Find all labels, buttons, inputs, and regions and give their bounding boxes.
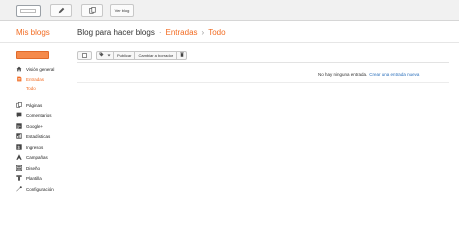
select-all-checkbox[interactable] bbox=[82, 52, 87, 58]
publish-button[interactable]: Publicar bbox=[113, 50, 136, 60]
revert-to-draft-button[interactable]: Cambiar a borrador bbox=[134, 50, 178, 60]
top-bar: Ver blog bbox=[0, 0, 459, 21]
sidebar-item-pages[interactable]: Páginas bbox=[16, 102, 42, 108]
blogger-logo[interactable] bbox=[16, 5, 41, 17]
sidebar-item-comments[interactable]: Comentarios bbox=[16, 112, 52, 118]
sidebar-item-label: Entradas bbox=[26, 76, 45, 82]
logo-inner bbox=[20, 9, 36, 13]
google-plus-icon: g+ bbox=[16, 123, 22, 129]
breadcrumb-arrow: › bbox=[201, 28, 205, 37]
campaigns-icon bbox=[16, 154, 22, 160]
sidebar-subitem-all[interactable]: Todo bbox=[26, 86, 36, 91]
sidebar-item-label: Comentarios bbox=[26, 112, 52, 118]
empty-state: No hay ninguna entrada. Crear una entrada… bbox=[318, 72, 419, 77]
sidebar-item-label: Diseño bbox=[26, 165, 41, 171]
sidebar-item-label: Campañas bbox=[26, 154, 48, 160]
breadcrumb-filter: Todo bbox=[208, 28, 226, 37]
sidebar-item-label: Configuración bbox=[26, 186, 54, 192]
sidebar-item-settings[interactable]: Configuración bbox=[16, 186, 54, 192]
breadcrumb-posts[interactable]: Entradas bbox=[166, 28, 198, 37]
list-divider bbox=[77, 82, 449, 83]
sidebar-item-overview[interactable]: Visión general bbox=[16, 66, 54, 72]
layout-icon bbox=[16, 165, 22, 171]
posts-icon bbox=[16, 76, 22, 82]
comments-icon bbox=[16, 112, 22, 118]
title-separator: · bbox=[158, 28, 162, 37]
stats-icon bbox=[16, 133, 22, 139]
my-blogs-link[interactable]: Mis blogs bbox=[16, 28, 50, 37]
sidebar-item-label: Google+ bbox=[26, 123, 44, 129]
view-blog-label: Ver blog bbox=[114, 8, 130, 13]
view-pages-button[interactable] bbox=[81, 4, 103, 17]
sidebar-item-label: Estadísticas bbox=[26, 133, 51, 139]
empty-state-text: No hay ninguna entrada. bbox=[318, 72, 368, 77]
settings-icon bbox=[16, 186, 22, 192]
sidebar-item-template[interactable]: Plantilla bbox=[16, 175, 42, 181]
home-icon bbox=[16, 66, 22, 72]
sidebar-item-google-plus[interactable]: g+ Google+ bbox=[16, 123, 43, 129]
sidebar-item-earnings[interactable]: $ Ingresos bbox=[16, 144, 43, 150]
pencil-icon bbox=[58, 7, 65, 14]
blog-title[interactable]: Blog para hacer blogs bbox=[77, 28, 155, 37]
sidebar-item-stats[interactable]: Estadísticas bbox=[16, 133, 50, 139]
pages-icon bbox=[16, 102, 22, 108]
sidebar-item-label: Visión general bbox=[26, 66, 55, 72]
earnings-icon: $ bbox=[16, 144, 22, 150]
sidebar-item-posts[interactable]: Entradas bbox=[16, 76, 44, 82]
tag-icon bbox=[99, 52, 105, 58]
posts-toolbar: Publicar Cambiar a borrador bbox=[77, 50, 188, 60]
sidebar-item-label: Plantilla bbox=[26, 175, 42, 181]
trash-icon bbox=[179, 52, 184, 58]
sidebar-item-campaigns[interactable]: Campañas bbox=[16, 154, 48, 160]
delete-button[interactable] bbox=[176, 50, 188, 60]
sidebar-item-layout[interactable]: Diseño bbox=[16, 165, 40, 171]
new-post-pencil-button[interactable] bbox=[50, 4, 72, 17]
page-title: Blog para hacer blogs · Entradas › Todo bbox=[77, 28, 226, 37]
chevron-down-icon bbox=[107, 53, 111, 58]
select-all-checkbox-button[interactable] bbox=[77, 50, 92, 60]
toolbar-divider bbox=[77, 62, 449, 63]
view-blog-button[interactable]: Ver blog bbox=[110, 4, 134, 17]
sidebar-item-label: Ingresos bbox=[26, 144, 44, 150]
header-divider bbox=[0, 42, 459, 43]
label-menu-button[interactable] bbox=[96, 50, 114, 60]
action-button-group: Publicar Cambiar a borrador bbox=[96, 50, 188, 60]
create-post-link[interactable]: Crear una entrada nueva bbox=[369, 72, 419, 77]
pages-icon bbox=[88, 7, 96, 14]
sidebar-item-label: Páginas bbox=[26, 102, 43, 108]
template-icon bbox=[16, 175, 22, 181]
svg-text:g+: g+ bbox=[17, 125, 21, 129]
new-post-button[interactable] bbox=[16, 51, 49, 59]
